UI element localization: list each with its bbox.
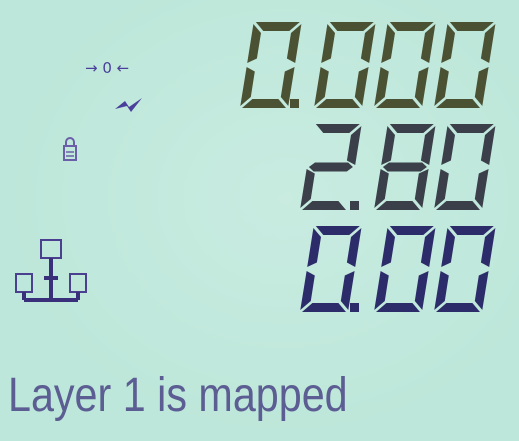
segment-d bbox=[302, 201, 347, 210]
segment-f bbox=[441, 228, 456, 267]
seven-segment-value bbox=[300, 124, 496, 210]
segment-f bbox=[321, 24, 336, 63]
segment-c bbox=[475, 169, 489, 208]
segment-d bbox=[436, 303, 481, 312]
segment-a bbox=[450, 22, 495, 31]
segment-d bbox=[436, 201, 481, 210]
segment-a bbox=[450, 226, 495, 235]
segment-d bbox=[316, 99, 361, 108]
digit-8 bbox=[374, 124, 436, 210]
digit-0 bbox=[374, 22, 436, 108]
segment-a bbox=[390, 124, 435, 133]
segment-a bbox=[316, 226, 361, 235]
segment-f bbox=[381, 228, 396, 267]
segment-d bbox=[242, 99, 287, 108]
digit-2 bbox=[300, 124, 362, 210]
segment-d bbox=[302, 303, 347, 312]
digit-0 bbox=[434, 226, 496, 312]
zero-center-icon: → 0 ← bbox=[85, 59, 130, 77]
decimal-point bbox=[290, 99, 300, 108]
lightning-bolt-icon bbox=[115, 98, 142, 112]
segment-d bbox=[376, 99, 421, 108]
segment-d bbox=[376, 201, 421, 210]
readout-2 bbox=[272, 124, 512, 214]
segment-f bbox=[441, 24, 456, 63]
segment-a bbox=[330, 22, 375, 31]
segment-c bbox=[415, 271, 429, 310]
digit-0 bbox=[240, 22, 302, 108]
decimal-point bbox=[350, 303, 360, 312]
segment-c bbox=[415, 169, 429, 208]
status-message: Layer 1 is mapped bbox=[8, 369, 348, 422]
segment-f bbox=[247, 24, 262, 63]
segment-a bbox=[256, 22, 301, 31]
seven-segment-value bbox=[240, 22, 496, 108]
segment-g bbox=[309, 162, 354, 172]
segment-c bbox=[415, 67, 429, 106]
digit-0 bbox=[434, 22, 496, 108]
digit-0 bbox=[314, 22, 376, 108]
segment-c bbox=[475, 67, 489, 106]
digit-0 bbox=[434, 124, 496, 210]
readout-3 bbox=[272, 226, 512, 316]
network-tree-icon bbox=[15, 239, 87, 302]
digit-0 bbox=[300, 226, 362, 312]
segment-c bbox=[475, 271, 489, 310]
digit-0 bbox=[374, 226, 436, 312]
segment-f bbox=[307, 228, 322, 267]
segment-a bbox=[390, 22, 435, 31]
lock-icon bbox=[63, 137, 77, 161]
readout-1 bbox=[240, 22, 512, 112]
segment-d bbox=[376, 303, 421, 312]
segment-f bbox=[381, 126, 396, 165]
segment-c bbox=[355, 67, 369, 106]
segment-f bbox=[381, 24, 396, 63]
segment-a bbox=[316, 124, 361, 133]
decimal-point bbox=[350, 201, 360, 210]
segment-f bbox=[441, 126, 456, 165]
seven-segment-value bbox=[300, 226, 496, 312]
segment-d bbox=[436, 99, 481, 108]
segment-g bbox=[383, 162, 428, 172]
segment-a bbox=[390, 226, 435, 235]
segment-a bbox=[450, 124, 495, 133]
lcd-display: → 0 ← Layer 1 is mapped bbox=[0, 0, 519, 441]
